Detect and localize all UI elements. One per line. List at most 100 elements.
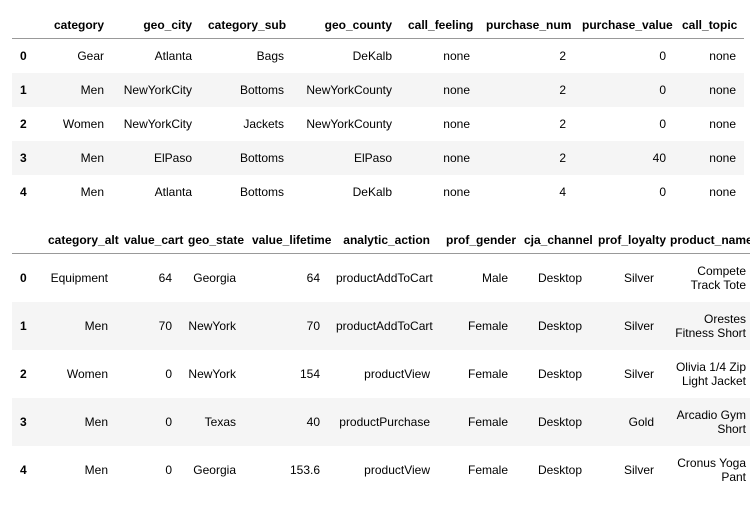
table-row: 2 Women NewYorkCity Jackets NewYorkCount… <box>12 107 744 141</box>
cell: ElPaso <box>112 141 200 175</box>
cell: DeKalb <box>292 175 400 209</box>
cell: 2 <box>478 141 574 175</box>
cell: Gear <box>40 39 112 74</box>
cell: Bags <box>200 39 292 74</box>
row-index: 4 <box>12 175 40 209</box>
cell: 64 <box>244 254 328 303</box>
col-header: purchase_value <box>574 12 674 39</box>
cell: Male <box>438 254 516 303</box>
cell: Female <box>438 398 516 446</box>
cell: Desktop <box>516 446 590 494</box>
index-header <box>12 227 40 254</box>
cell: 2 <box>478 107 574 141</box>
row-index: 1 <box>12 73 40 107</box>
cell: Texas <box>180 398 244 446</box>
table-row: 4 Men Atlanta Bottoms DeKalb none 4 0 no… <box>12 175 744 209</box>
cell: 4 <box>478 175 574 209</box>
cell: Men <box>40 302 116 350</box>
cell: NewYork <box>180 302 244 350</box>
cell: 64 <box>116 254 180 303</box>
col-header: product_name <box>662 227 750 254</box>
row-index: 0 <box>12 254 40 303</box>
cell: none <box>674 39 744 74</box>
row-index: 3 <box>12 141 40 175</box>
cell: 0 <box>116 350 180 398</box>
row-index: 2 <box>12 350 40 398</box>
col-header: geo_county <box>292 12 400 39</box>
cell: Desktop <box>516 350 590 398</box>
cell: 153.6 <box>244 446 328 494</box>
cell: productView <box>328 350 438 398</box>
cell: Men <box>40 446 116 494</box>
col-header: prof_loyalty <box>590 227 662 254</box>
cell: Silver <box>590 446 662 494</box>
table-row: 1 Men NewYorkCity Bottoms NewYorkCounty … <box>12 73 744 107</box>
cell: 0 <box>574 107 674 141</box>
col-header: prof_gender <box>438 227 516 254</box>
cell: 0 <box>574 73 674 107</box>
row-index: 1 <box>12 302 40 350</box>
cell: Men <box>40 398 116 446</box>
cell: Women <box>40 350 116 398</box>
col-header: category_alt <box>40 227 116 254</box>
cell: none <box>400 73 478 107</box>
cell: Men <box>40 73 112 107</box>
row-index: 2 <box>12 107 40 141</box>
cell: NewYorkCounty <box>292 107 400 141</box>
row-index: 3 <box>12 398 40 446</box>
table-row: 3 Men ElPaso Bottoms ElPaso none 2 40 no… <box>12 141 744 175</box>
cell: none <box>400 141 478 175</box>
table-row: 0 Equipment 64 Georgia 64 productAddToCa… <box>12 254 750 303</box>
cell: 40 <box>244 398 328 446</box>
index-header <box>12 12 40 39</box>
cell: Desktop <box>516 254 590 303</box>
cell: Men <box>40 175 112 209</box>
cell: Female <box>438 302 516 350</box>
col-header: cja_channel <box>516 227 590 254</box>
data-table-2: category_alt value_cart geo_state value_… <box>12 227 750 494</box>
cell: ElPaso <box>292 141 400 175</box>
cell: 70 <box>244 302 328 350</box>
cell: Silver <box>590 302 662 350</box>
cell: none <box>674 141 744 175</box>
header-row: category_alt value_cart geo_state value_… <box>12 227 750 254</box>
cell: Olivia 1/4 Zip Light Jacket <box>662 350 750 398</box>
cell: DeKalb <box>292 39 400 74</box>
cell: none <box>674 175 744 209</box>
col-header: analytic_action <box>328 227 438 254</box>
col-header: call_feeling <box>400 12 478 39</box>
cell: Jackets <box>200 107 292 141</box>
cell: none <box>400 39 478 74</box>
cell: none <box>674 107 744 141</box>
cell: 70 <box>116 302 180 350</box>
cell: Bottoms <box>200 73 292 107</box>
cell: productView <box>328 446 438 494</box>
row-index: 4 <box>12 446 40 494</box>
cell: Equipment <box>40 254 116 303</box>
cell: Gold <box>590 398 662 446</box>
cell: 2 <box>478 39 574 74</box>
cell: Women <box>40 107 112 141</box>
col-header: category_sub <box>200 12 292 39</box>
cell: Compete Track Tote <box>662 254 750 303</box>
cell: Desktop <box>516 302 590 350</box>
cell: NewYork <box>180 350 244 398</box>
col-header: value_lifetime <box>244 227 328 254</box>
cell: Silver <box>590 254 662 303</box>
cell: none <box>400 175 478 209</box>
cell: NewYorkCounty <box>292 73 400 107</box>
cell: NewYorkCity <box>112 107 200 141</box>
data-table-1: category geo_city category_sub geo_count… <box>12 12 744 209</box>
table-row: 4 Men 0 Georgia 153.6 productView Female… <box>12 446 750 494</box>
cell: 0 <box>116 398 180 446</box>
cell: Atlanta <box>112 39 200 74</box>
cell: Atlanta <box>112 175 200 209</box>
cell: 2 <box>478 73 574 107</box>
table-row: 2 Women 0 NewYork 154 productView Female… <box>12 350 750 398</box>
cell: Orestes Fitness Short <box>662 302 750 350</box>
cell: none <box>674 73 744 107</box>
cell: 0 <box>574 175 674 209</box>
cell: productPurchase <box>328 398 438 446</box>
col-header: value_cart <box>116 227 180 254</box>
header-row: category geo_city category_sub geo_count… <box>12 12 744 39</box>
